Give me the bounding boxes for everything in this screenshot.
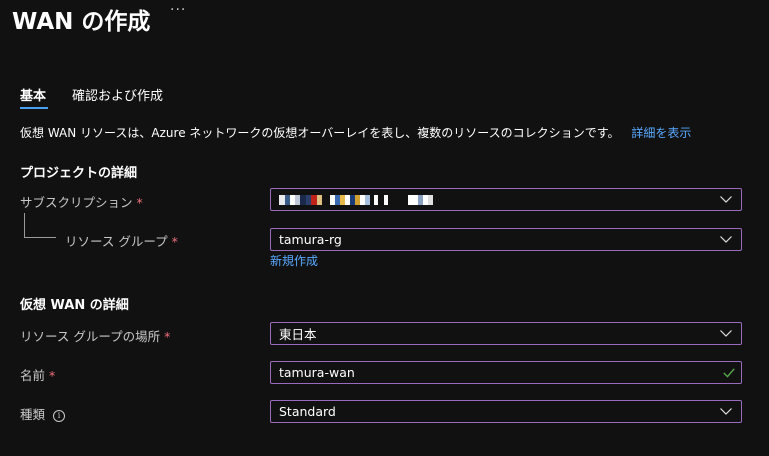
- page-title: WAN の作成: [12, 9, 151, 35]
- chevron-down-icon: [720, 236, 732, 243]
- resource-group-select[interactable]: tamura-rg: [270, 228, 742, 251]
- resource-group-label: リソース グループ *: [65, 231, 178, 250]
- chevron-down-icon: [720, 330, 732, 337]
- name-value: tamura-wan: [279, 365, 355, 380]
- redacted-subscription-value: [279, 194, 433, 206]
- create-new-resource-group-link[interactable]: 新規作成: [270, 252, 318, 269]
- learn-more-link[interactable]: 詳細を表示: [631, 126, 691, 140]
- tree-connector-branch: [24, 237, 56, 238]
- required-marker: *: [49, 368, 56, 383]
- location-select[interactable]: 東日本: [270, 322, 742, 345]
- subscription-label-text: サブスクリプション: [20, 195, 133, 210]
- required-marker: *: [136, 195, 143, 210]
- name-label-text: 名前: [20, 368, 46, 383]
- description: 仮想 WAN リソースは、Azure ネットワークの仮想オーバーレイを表し、複数…: [20, 124, 691, 141]
- required-marker: *: [164, 329, 171, 344]
- location-label-text: リソース グループの場所: [20, 329, 161, 344]
- description-text: 仮想 WAN リソースは、Azure ネットワークの仮想オーバーレイを表し、複数…: [20, 126, 620, 140]
- name-input[interactable]: tamura-wan: [270, 361, 742, 384]
- type-value: Standard: [279, 404, 336, 419]
- project-details-heading: プロジェクトの詳細: [20, 166, 138, 181]
- active-tab-indicator: [20, 107, 48, 109]
- type-select[interactable]: Standard: [270, 400, 742, 423]
- subscription-label: サブスクリプション *: [20, 192, 143, 211]
- name-label: 名前 *: [20, 365, 55, 384]
- tab-basics[interactable]: 基本: [20, 85, 46, 104]
- subscription-select[interactable]: [270, 188, 742, 211]
- wan-details-heading: 仮想 WAN の詳細: [20, 298, 129, 313]
- tab-review-create[interactable]: 確認および作成: [72, 85, 163, 104]
- more-options-button[interactable]: ···: [170, 2, 186, 18]
- tree-connector: [24, 213, 25, 237]
- checkmark-icon: [723, 368, 735, 378]
- location-value: 東日本: [279, 327, 317, 342]
- type-label-text: 種類: [20, 407, 46, 422]
- type-label: 種類 i: [20, 404, 66, 423]
- chevron-down-icon: [720, 196, 732, 203]
- chevron-down-icon: [720, 408, 732, 415]
- resource-group-value: tamura-rg: [279, 232, 342, 247]
- info-icon[interactable]: i: [53, 409, 66, 422]
- resource-group-label-text: リソース グループ: [65, 234, 168, 249]
- required-marker: *: [171, 234, 178, 249]
- location-label: リソース グループの場所 *: [20, 326, 170, 345]
